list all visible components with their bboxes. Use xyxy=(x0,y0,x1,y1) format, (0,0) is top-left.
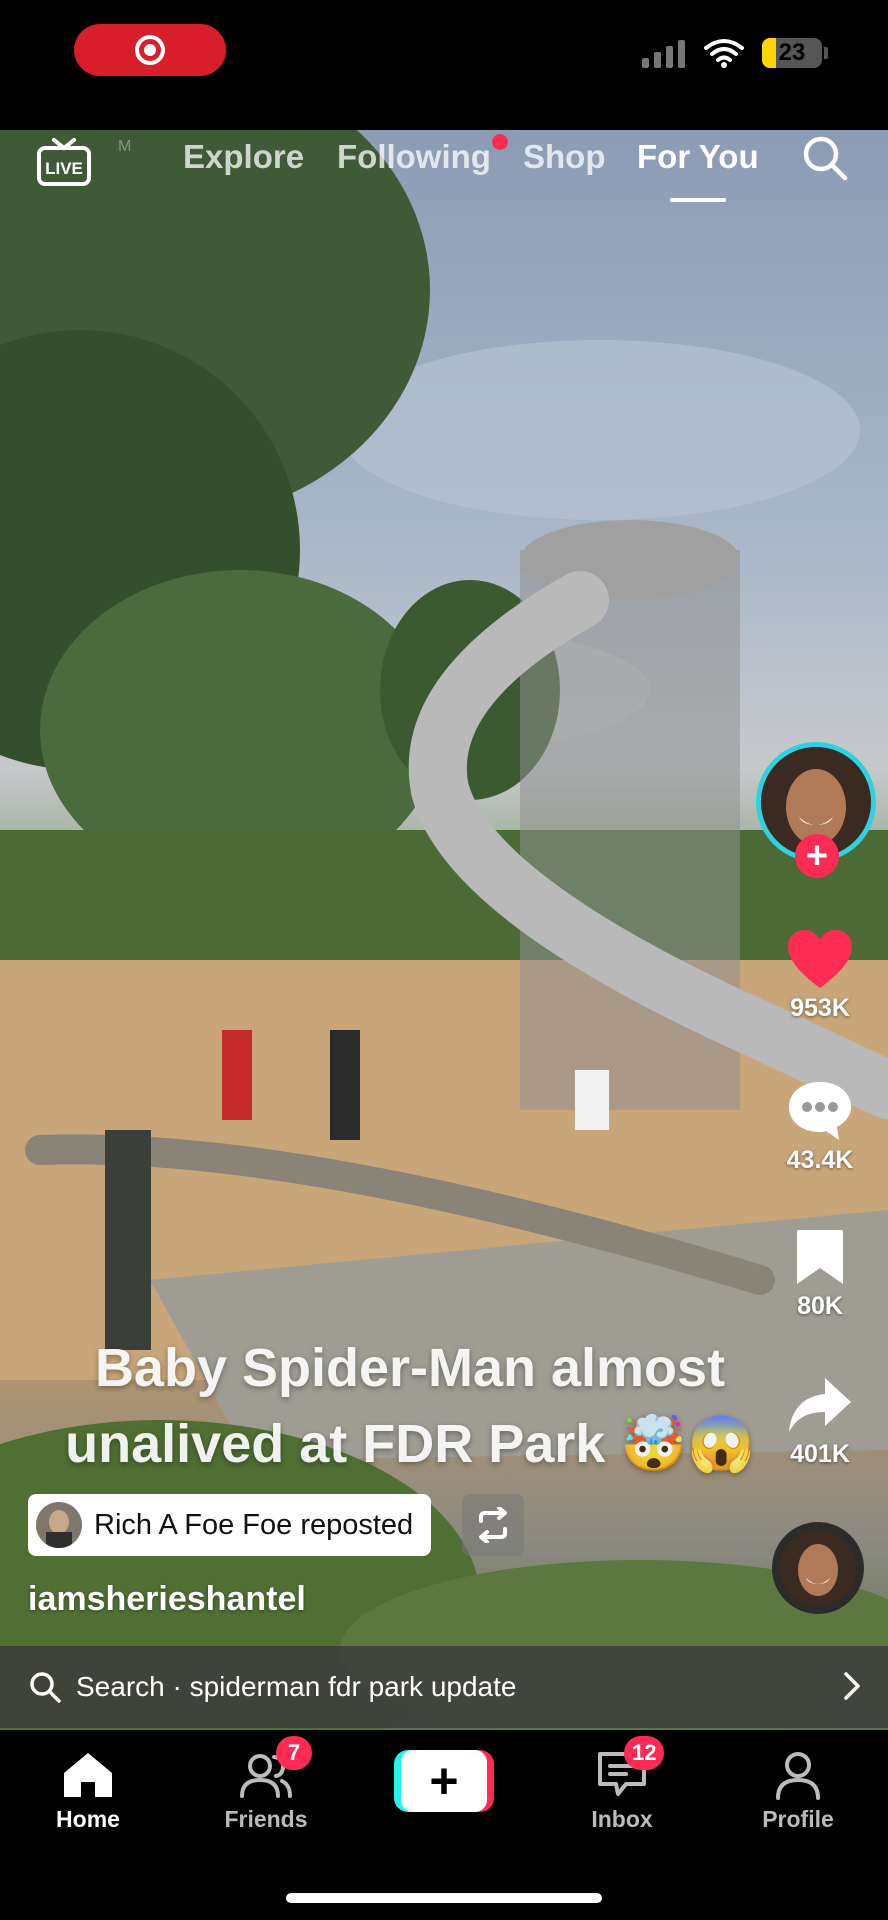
heart-icon xyxy=(788,930,852,988)
follow-button[interactable]: + xyxy=(795,834,839,878)
plus-icon: + xyxy=(401,1750,487,1812)
video-player[interactable] xyxy=(0,130,888,1730)
repost-toggle-button[interactable] xyxy=(462,1494,524,1556)
nav-inbox-label: Inbox xyxy=(591,1806,653,1832)
home-icon xyxy=(64,1753,112,1797)
reposter-avatar xyxy=(36,1502,82,1548)
home-indicator xyxy=(286,1893,602,1903)
tab-following[interactable]: Following xyxy=(337,138,491,176)
bottom-nav: Home Friends 7 + Inbox 12 Profile xyxy=(0,1730,888,1920)
repost-text: Rich A Foe Foe reposted xyxy=(94,1508,414,1541)
record-icon xyxy=(135,35,165,65)
live-icon[interactable]: LIVE xyxy=(36,138,92,188)
save-button[interactable]: 80K xyxy=(770,1226,870,1321)
search-suggestion-bar[interactable]: Search · spiderman fdr park update xyxy=(0,1646,888,1728)
battery-tip xyxy=(824,47,828,59)
comment-count: 43.4K xyxy=(786,1146,854,1174)
search-suggestion-icon xyxy=(30,1672,61,1703)
creator-username[interactable]: iamsherieshantel xyxy=(28,1580,306,1619)
tab-explore[interactable]: Explore xyxy=(183,138,304,176)
comment-button[interactable]: 43.4K xyxy=(770,1078,870,1175)
following-notification-dot xyxy=(492,134,508,150)
battery-icon: 23 xyxy=(762,38,822,68)
nav-inbox[interactable]: Inbox xyxy=(562,1750,682,1833)
like-button[interactable]: 953K xyxy=(770,928,870,1023)
comment-icon xyxy=(789,1082,851,1140)
repost-chip[interactable]: Rich A Foe Foe reposted xyxy=(28,1494,432,1556)
nav-profile[interactable]: Profile xyxy=(738,1750,858,1833)
share-count: 401K xyxy=(790,1440,850,1468)
share-arrow-icon xyxy=(789,1378,851,1432)
search-icon[interactable] xyxy=(800,133,850,183)
video-caption: Baby Spider-Man almost unalived at FDR P… xyxy=(65,1338,755,1474)
music-disc[interactable] xyxy=(772,1522,864,1614)
save-count: 80K xyxy=(797,1292,843,1320)
wifi-icon xyxy=(704,39,744,68)
like-count: 953K xyxy=(790,994,850,1022)
music-disc-avatar xyxy=(780,1530,856,1606)
nav-home[interactable]: Home xyxy=(28,1750,148,1833)
live-label: LIVE xyxy=(45,159,83,178)
friends-badge: 7 xyxy=(276,1736,312,1770)
tab-for-you[interactable]: For You xyxy=(637,138,759,176)
nav-friends-label: Friends xyxy=(224,1806,308,1832)
bookmark-icon xyxy=(797,1230,843,1284)
tab-shop[interactable]: Shop xyxy=(523,138,605,176)
cellular-signal-icon xyxy=(642,40,685,68)
active-tab-underline xyxy=(670,198,726,202)
nav-profile-label: Profile xyxy=(762,1806,834,1832)
repost-icon xyxy=(479,1507,507,1543)
status-bar: 23 xyxy=(0,0,888,130)
chevron-right-icon xyxy=(844,1672,860,1700)
search-suggestion-text: Search · spiderman fdr park update xyxy=(76,1671,517,1702)
screen-recording-indicator[interactable] xyxy=(74,24,226,76)
video-frame-scene xyxy=(0,130,888,1730)
create-button[interactable]: + xyxy=(394,1750,494,1812)
nav-home-label: Home xyxy=(56,1806,120,1832)
tab-partial[interactable]: M xyxy=(118,138,131,156)
status-icons: 23 xyxy=(642,38,828,68)
inbox-badge: 12 xyxy=(624,1736,665,1770)
profile-icon xyxy=(776,1752,820,1800)
share-button[interactable]: 401K xyxy=(770,1374,870,1469)
battery-level: 23 xyxy=(778,39,806,66)
